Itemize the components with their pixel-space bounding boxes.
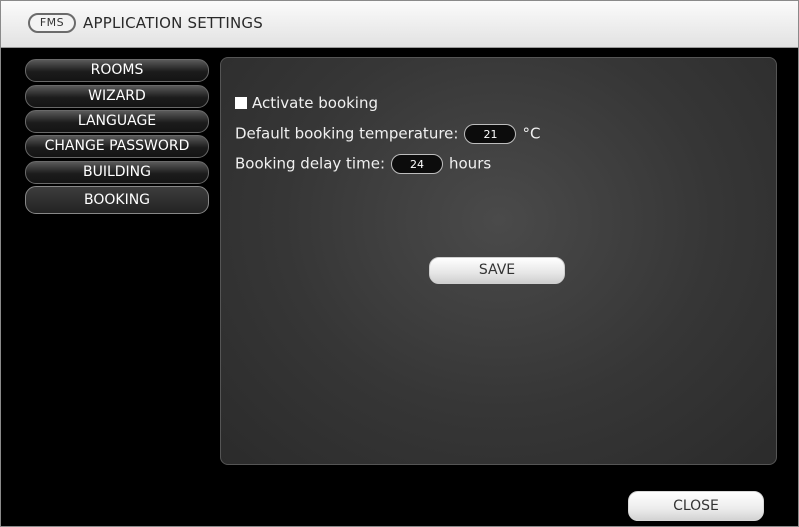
sidebar-item-language[interactable]: LANGUAGE — [25, 110, 209, 133]
sidebar-item-rooms[interactable]: ROOMS — [25, 59, 209, 82]
activate-booking-row: Activate booking — [235, 94, 378, 112]
sidebar-item-change-password[interactable]: CHANGE PASSWORD — [25, 135, 209, 158]
fms-logo: FMS — [28, 13, 76, 33]
sidebar-item-booking[interactable]: BOOKING — [25, 186, 209, 214]
booking-settings-panel: Activate booking Default booking tempera… — [220, 57, 777, 465]
delay-input[interactable] — [391, 154, 443, 174]
temperature-unit: °C — [522, 124, 541, 143]
window-title: APPLICATION SETTINGS — [83, 14, 263, 32]
activate-booking-label: Activate booking — [252, 94, 378, 112]
save-button[interactable]: SAVE — [429, 257, 565, 284]
sidebar-item-building[interactable]: BUILDING — [25, 161, 209, 184]
temperature-row: Default booking temperature: °C — [235, 124, 540, 144]
temperature-input[interactable] — [464, 124, 517, 144]
sidebar-item-wizard[interactable]: WIZARD — [25, 85, 209, 108]
close-button[interactable]: CLOSE — [628, 491, 764, 521]
temperature-label: Default booking temperature: — [235, 124, 459, 143]
delay-unit: hours — [449, 154, 492, 173]
title-bar: FMS APPLICATION SETTINGS — [1, 1, 798, 48]
delay-row: Booking delay time: hours — [235, 154, 491, 174]
activate-booking-checkbox[interactable] — [235, 97, 247, 109]
settings-window: FMS APPLICATION SETTINGS ROOMS WIZARD LA… — [0, 0, 799, 527]
delay-label: Booking delay time: — [235, 154, 385, 173]
